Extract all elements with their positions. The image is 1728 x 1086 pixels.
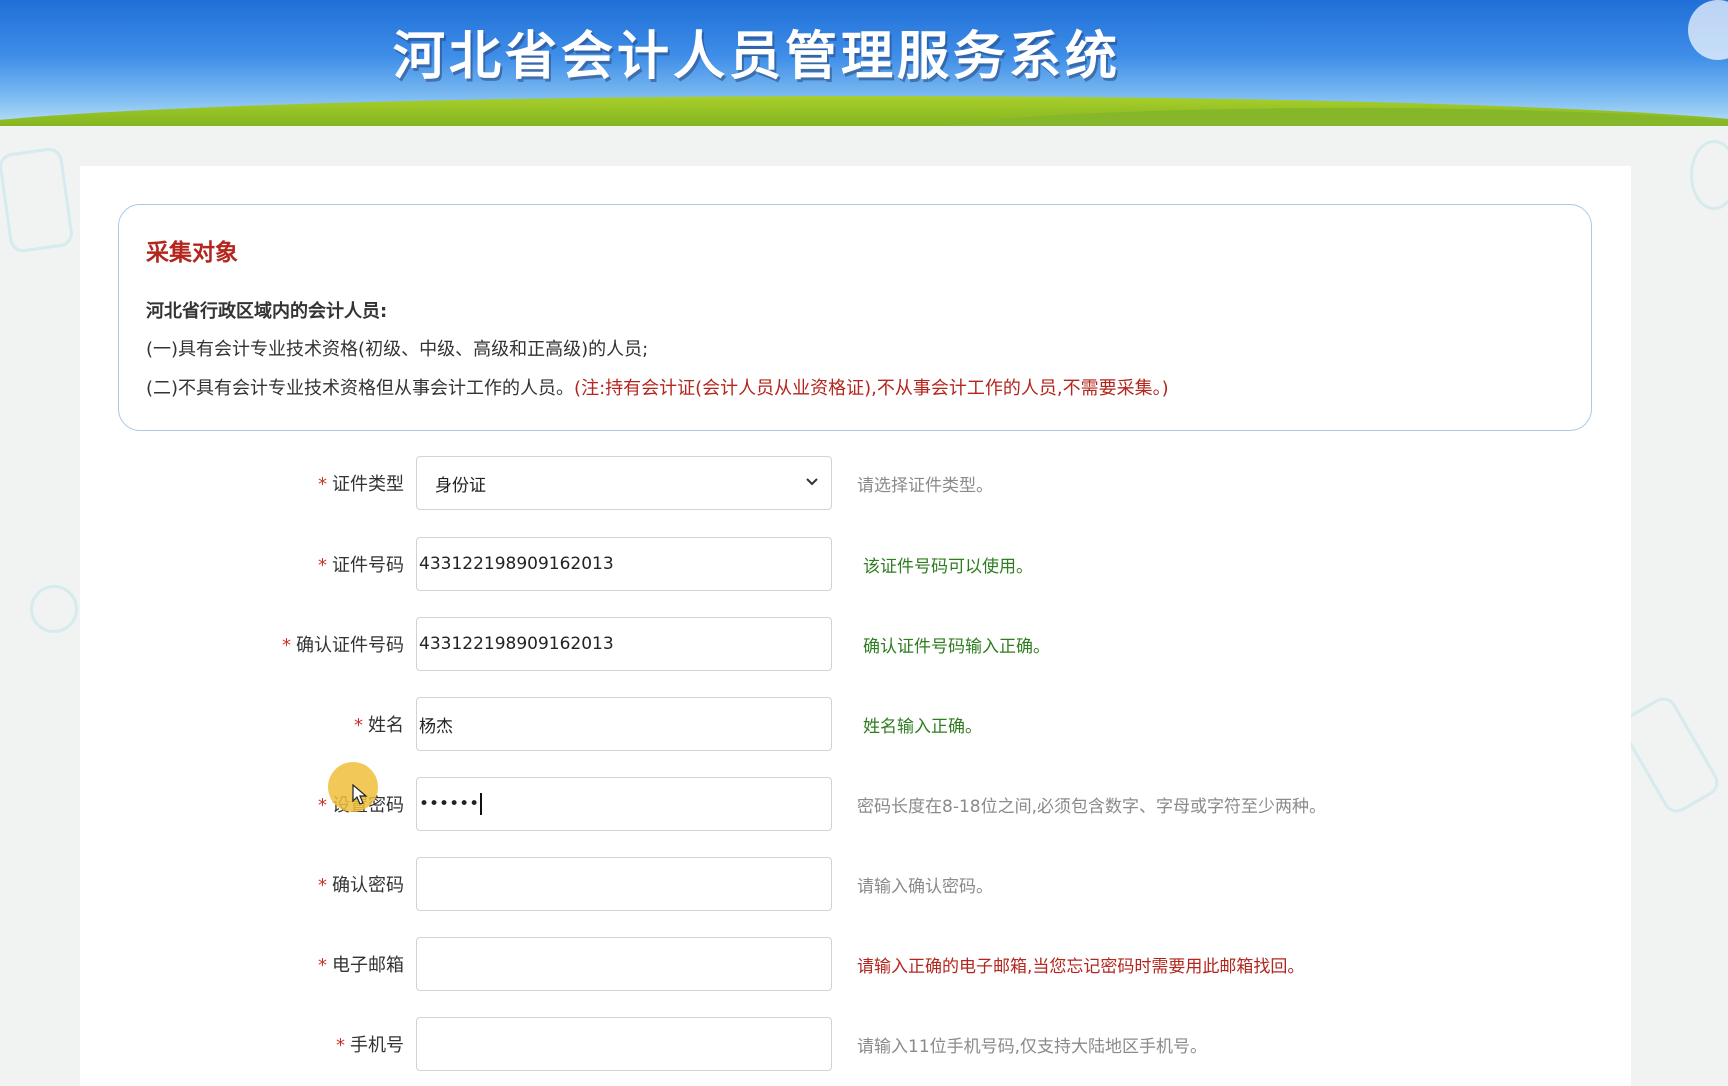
collection-notice: 采集对象 河北省行政区域内的会计人员: (一)具有会计专业技术资格(初级、中级、… (118, 204, 1592, 431)
chevron-down-icon (805, 475, 819, 491)
id-number-label: * 证件号码 (318, 555, 404, 576)
phone-hint: 请输入11位手机号码,仅支持大陆地区手机号。 (857, 1037, 1208, 1057)
row-name: * 姓名 杨杰 姓名输入正确。 (0, 697, 1728, 753)
row-confirm-password: * 确认密码 请输入确认密码。 (0, 857, 1728, 913)
id-type-label: * 证件类型 (318, 474, 404, 495)
notice-title: 采集对象 (146, 240, 238, 266)
decorative-shape (1690, 140, 1728, 210)
confirm-password-label: * 确认密码 (318, 875, 404, 896)
notice-line-2-text: (二)不具有会计专业技术资格但从事会计工作的人员。 (146, 378, 575, 399)
password-input[interactable]: •••••• (416, 777, 832, 831)
id-type-hint: 请选择证件类型。 (857, 476, 993, 496)
banner-cloud (1688, 0, 1728, 60)
email-label: * 电子邮箱 (318, 955, 404, 976)
phone-input[interactable] (416, 1017, 832, 1071)
required-mark: * (318, 955, 327, 976)
required-mark: * (282, 635, 291, 656)
required-mark: * (336, 1035, 345, 1056)
mouse-pointer-icon (352, 784, 368, 805)
decorative-shape (0, 146, 75, 254)
phone-label: * 手机号 (336, 1035, 404, 1056)
system-title: 河北省会计人员管理服务系统 (393, 27, 1122, 87)
id-number-hint: 该证件号码可以使用。 (863, 557, 1033, 577)
notice-subtitle: 河北省行政区域内的会计人员: (146, 301, 388, 322)
name-label: * 姓名 (354, 715, 404, 736)
confirm-id-number-hint: 确认证件号码输入正确。 (863, 637, 1050, 657)
required-mark: * (318, 555, 327, 576)
row-confirm-id-number: * 确认证件号码 433122198909162013 确认证件号码输入正确。 (0, 617, 1728, 673)
notice-note: (注:持有会计证(会计人员从业资格证),不从事会计工作的人员,不需要采集。) (574, 378, 1169, 399)
confirm-id-number-label: * 确认证件号码 (282, 635, 404, 656)
confirm-password-hint: 请输入确认密码。 (857, 877, 993, 897)
id-number-input[interactable]: 433122198909162013 (416, 537, 832, 591)
password-hint: 密码长度在8-18位之间,必须包含数字、字母或字符至少两种。 (857, 797, 1326, 817)
text-caret (480, 793, 482, 815)
header-banner: 河北省会计人员管理服务系统 (0, 0, 1728, 126)
required-mark: * (318, 875, 327, 896)
confirm-id-number-input[interactable]: 433122198909162013 (416, 617, 832, 671)
row-password: *设置密码 •••••• 密码长度在8-18位之间,必须包含数字、字母或字符至少… (0, 777, 1728, 833)
row-phone: * 手机号 请输入11位手机号码,仅支持大陆地区手机号。 (0, 1017, 1728, 1073)
name-hint: 姓名输入正确。 (863, 717, 982, 737)
name-input[interactable]: 杨杰 (416, 697, 832, 751)
id-type-selected-value: 身份证 (435, 475, 486, 496)
required-mark: * (354, 715, 363, 736)
notice-line-1: (一)具有会计专业技术资格(初级、中级、高级和正高级)的人员; (146, 339, 649, 360)
row-id-type: * 证件类型 身份证 请选择证件类型。 (0, 456, 1728, 512)
row-id-number: * 证件号码 433122198909162013 该证件号码可以使用。 (0, 537, 1728, 593)
notice-line-2: (二)不具有会计专业技术资格但从事会计工作的人员。(注:持有会计证(会计人员从业… (146, 374, 1169, 400)
confirm-password-input[interactable] (416, 857, 832, 911)
password-masked-value: •••••• (419, 794, 480, 814)
id-type-select[interactable]: 身份证 (416, 456, 832, 510)
email-input[interactable] (416, 937, 832, 991)
required-mark: * (318, 474, 327, 495)
row-email: * 电子邮箱 请输入正确的电子邮箱,当您忘记密码时需要用此邮箱找回。 (0, 937, 1728, 993)
required-mark: * (318, 795, 327, 816)
email-hint: 请输入正确的电子邮箱,当您忘记密码时需要用此邮箱找回。 (857, 957, 1305, 977)
